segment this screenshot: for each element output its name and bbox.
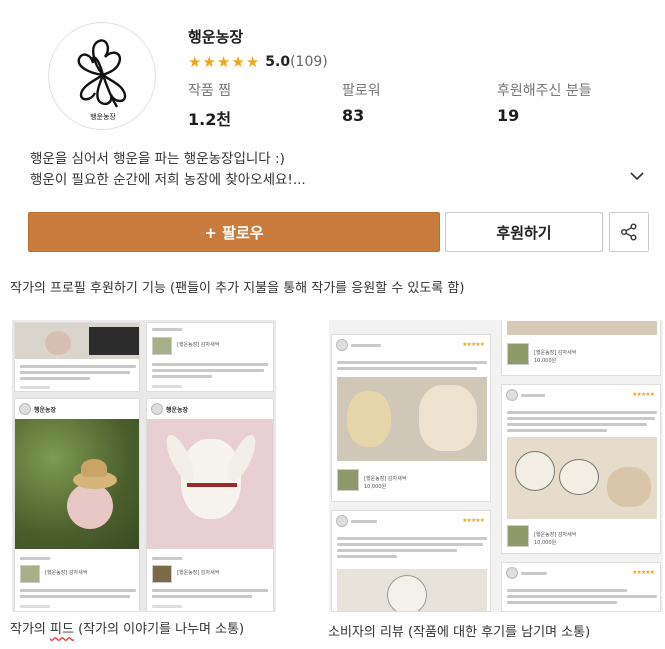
feed-photo xyxy=(15,419,139,549)
shop-avatar[interactable]: 행운농장 xyxy=(48,22,156,130)
product-name: [행운농장] 감자새싹 xyxy=(177,570,220,576)
rating-row[interactable]: ★ ★ ★ ★ ★ 5.0 (109) xyxy=(188,53,328,71)
shop-description: 행운을 심어서 행운을 파는 행운농장입니다 :) 행운이 필요한 순간에 저희… xyxy=(30,149,306,191)
rating-value: 5.0 xyxy=(265,54,291,70)
review-product-name: [행운농장] 감자새싹 xyxy=(364,476,407,482)
stat-favorites[interactable]: 작품 찜 1.2천 xyxy=(188,80,231,130)
star-icon: ★ xyxy=(245,53,260,71)
star-icon: ★ xyxy=(188,53,202,71)
review-stars: ★★★★★ xyxy=(632,569,655,576)
stat-followers[interactable]: 팔로워 83 xyxy=(342,80,381,125)
star-icon: ★ xyxy=(216,53,231,71)
review-product-price: 10,000원 xyxy=(534,540,557,546)
feed-photo xyxy=(147,419,273,549)
feed-card: 행운농장 [행운농장] 감자새싹 xyxy=(146,398,274,612)
review-stars: ★★★★★ xyxy=(462,341,485,348)
review-photo xyxy=(507,437,657,519)
logo-text: 행운농장 xyxy=(90,112,116,121)
star-icon: ★ xyxy=(202,53,216,71)
product-name: [행운농장] 감자새싹 xyxy=(45,570,88,576)
review-photo xyxy=(337,377,487,461)
review-product-name: [행운농장] 감자새싹 xyxy=(534,350,577,356)
feed-author: 행운농장 xyxy=(166,406,189,414)
review-count: (109) xyxy=(290,54,328,70)
reviews-screenshot: ★★★★★ [행운농장] 감자새싹 10,000원 ★★★★★ [행운농장] 감… xyxy=(329,320,663,612)
stat-label: 후원해주신 분들 xyxy=(497,83,592,99)
feed-card: 행운농장 [행운농장] 감자새싹 xyxy=(14,398,140,612)
caption-text-underlined: 피드 xyxy=(50,622,74,637)
stat-label: 작품 찜 xyxy=(188,83,232,99)
share-button[interactable] xyxy=(609,212,649,252)
review-card: ★★★★★ xyxy=(331,510,491,612)
stat-value: 19 xyxy=(497,106,520,125)
caption-text: (작가의 이야기를 나누며 소통) xyxy=(73,622,245,637)
review-card: ★★★★★ xyxy=(501,562,661,612)
review-product-price: 10,000원 xyxy=(534,358,557,364)
follow-button[interactable]: + 팔로우 xyxy=(28,212,440,252)
stat-value: 83 xyxy=(342,106,365,125)
support-button[interactable]: 후원하기 xyxy=(445,212,603,252)
stat-label: 팔로워 xyxy=(342,83,381,99)
clover-logo-icon: 행운농장 xyxy=(77,39,127,121)
review-product-name: [행운농장] 감자새싹 xyxy=(534,532,577,538)
product-name: [행운농장] 감자새싹 xyxy=(177,342,220,348)
chevron-down-icon[interactable] xyxy=(630,171,644,181)
review-card: ★★★★★ [행운농장] 감자새싹 10,000원 xyxy=(331,334,491,502)
feed-screenshot: [행운농장] 감자새싹 행운농장 [행운농장] 감자새싹 행운농장 [행운농장]… xyxy=(12,320,276,612)
review-card: [행운농장] 감자새싹 10,000원 xyxy=(501,320,661,376)
caption-support-feature: 작가의 프로필 후원하기 기능 (팬들이 추가 지불을 통해 작가를 응원할 수… xyxy=(10,281,465,296)
review-stars: ★★★★★ xyxy=(462,517,485,524)
caption-reviews: 소비자의 리뷰 (작품에 대한 후기를 남기며 소통) xyxy=(328,625,591,640)
review-photo xyxy=(507,321,657,335)
description-line: 행운을 심어서 행운을 파는 행운농장입니다 :) xyxy=(30,151,285,167)
stat-value: 1.2천 xyxy=(188,110,232,129)
description-line: 행운이 필요한 순간에 저희 농장에 찾아오세요!... xyxy=(30,172,306,188)
feed-card xyxy=(14,322,140,392)
review-stars: ★★★★★ xyxy=(632,391,655,398)
star-icon: ★ xyxy=(231,53,245,71)
caption-text: 작가의 xyxy=(10,622,51,637)
feed-photo xyxy=(15,323,139,359)
feed-author: 행운농장 xyxy=(34,406,57,414)
review-product-price: 10,000원 xyxy=(364,484,387,490)
review-photo xyxy=(337,569,487,611)
caption-feed: 작가의 피드 (작가의 이야기를 나누며 소통) xyxy=(10,618,244,637)
review-card: ★★★★★ [행운농장] 감자새싹 10,000원 xyxy=(501,384,661,554)
shop-name: 행운농장 xyxy=(188,28,244,46)
stat-supporters[interactable]: 후원해주신 분들 19 xyxy=(497,80,592,125)
feed-card: [행운농장] 감자새싹 xyxy=(146,322,274,392)
share-icon xyxy=(621,223,637,241)
